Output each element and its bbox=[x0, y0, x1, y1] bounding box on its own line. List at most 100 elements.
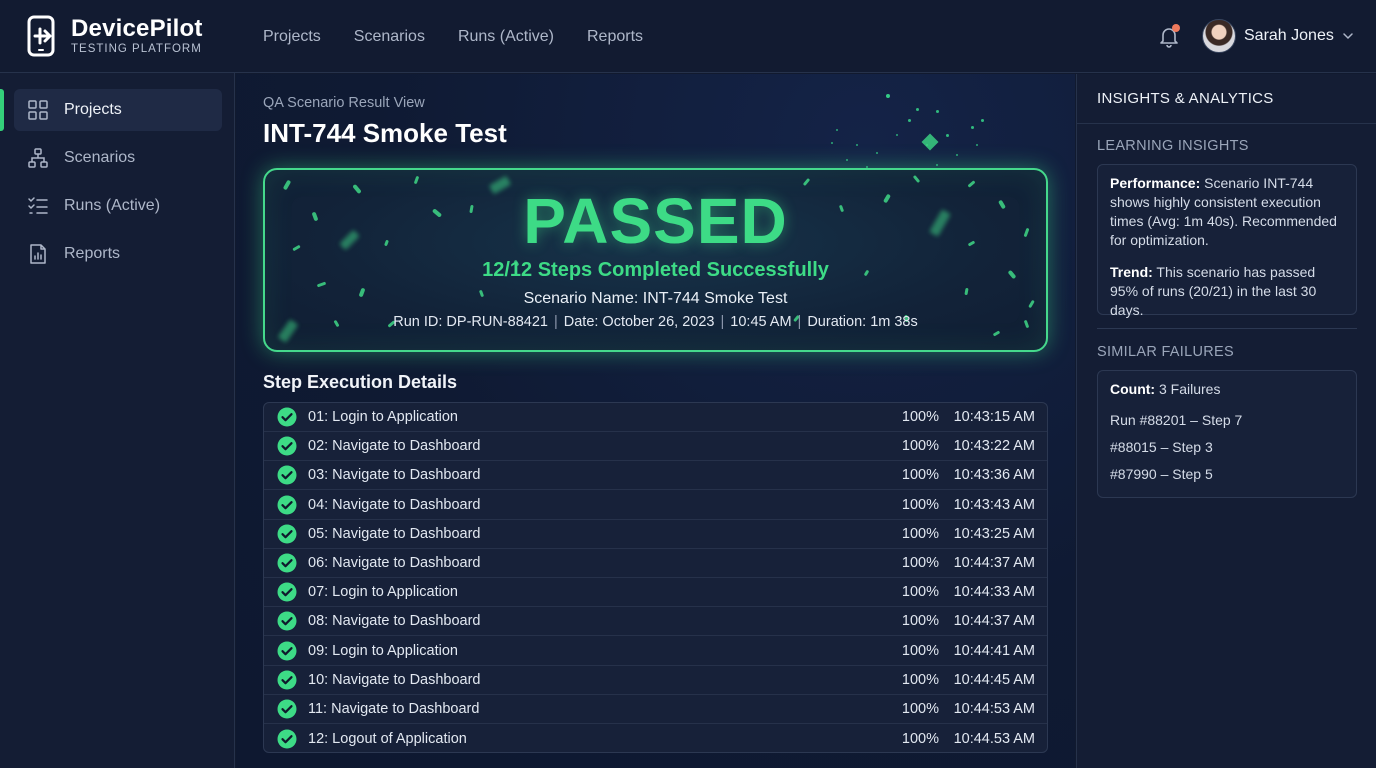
app-logo[interactable]: DevicePilot TESTING PLATFORM bbox=[26, 15, 203, 57]
check-circle-icon bbox=[277, 611, 297, 631]
topnav-projects[interactable]: Projects bbox=[263, 28, 321, 46]
sparkle-dot bbox=[916, 108, 919, 111]
check-circle-icon bbox=[277, 641, 297, 661]
run-time: 10:45 AM bbox=[730, 314, 792, 330]
learning-insights-card: Performance: Scenario INT-744 shows high… bbox=[1097, 164, 1357, 318]
step-name: 12: Logout of Application bbox=[308, 730, 467, 747]
step-time: 10:43:36 AM bbox=[953, 467, 1035, 484]
step-percent: 100% bbox=[901, 584, 939, 601]
table-row[interactable]: 09: Login to Application 100% 10:44:41 AM bbox=[264, 637, 1047, 666]
step-percent: 100% bbox=[901, 438, 939, 455]
step-time: 10:44:33 AM bbox=[953, 584, 1035, 601]
avatar bbox=[1202, 19, 1236, 53]
step-name: 08: Navigate to Dashboard bbox=[308, 613, 481, 630]
confetti-piece bbox=[316, 281, 327, 288]
run-meta: Run ID: DP-RUN-88421 | Date: October 26, 2… bbox=[393, 314, 918, 330]
table-row[interactable]: 04: Navigate to Dashboard 100% 10:43:43 AM bbox=[264, 491, 1047, 520]
topnav-scenarios[interactable]: Scenarios bbox=[354, 28, 425, 46]
top-nav: Projects Scenarios Runs (Active) Reports bbox=[263, 0, 676, 73]
topnav-runs[interactable]: Runs (Active) bbox=[458, 28, 554, 46]
step-name: 09: Login to Application bbox=[308, 642, 458, 659]
breadcrumb: QA Scenario Result View bbox=[263, 95, 425, 111]
check-circle-icon bbox=[277, 553, 297, 573]
step-name: 07: Login to Application bbox=[308, 584, 458, 601]
step-percent: 100% bbox=[901, 730, 939, 747]
table-row[interactable]: 03: Navigate to Dashboard 100% 10:43:36 AM bbox=[264, 461, 1047, 491]
sidebar-item-projects[interactable]: Projects bbox=[14, 89, 222, 131]
step-name: 01: Login to Application bbox=[308, 409, 458, 425]
sparkle-dot bbox=[886, 94, 890, 98]
sidebar-item-scenarios[interactable]: Scenarios bbox=[14, 137, 222, 179]
result-banner: PASSED 12/12 Steps Completed Successfull… bbox=[263, 168, 1048, 352]
check-circle-icon bbox=[277, 729, 297, 749]
status-badge: PASSED bbox=[523, 185, 788, 257]
count-label: Count: bbox=[1110, 381, 1156, 397]
run-id: Run ID: DP-RUN-88421 bbox=[393, 314, 548, 330]
step-time: 10:43:22 AM bbox=[953, 438, 1035, 455]
table-row[interactable]: 02: Navigate to Dashboard 100% 10:43:22 AM bbox=[264, 432, 1047, 462]
sparkle-dot bbox=[936, 110, 939, 113]
sparkle-dot bbox=[981, 119, 984, 122]
failure-link[interactable]: #87990 – Step 5 bbox=[1110, 465, 1346, 484]
sparkle-star bbox=[921, 133, 939, 151]
table-row[interactable]: 08: Navigate to Dashboard 100% 10:44:37 AM bbox=[264, 607, 1047, 637]
sidebar-item-runs[interactable]: Runs (Active) bbox=[14, 185, 222, 227]
confetti-piece bbox=[992, 330, 1001, 337]
sidebar-item-reports[interactable]: Reports bbox=[14, 233, 222, 275]
table-row[interactable]: 06: Navigate to Dashboard 100% 10:44:37 AM bbox=[264, 549, 1047, 578]
user-menu[interactable]: Sarah Jones bbox=[1202, 18, 1354, 54]
step-time: 10:44:37 AM bbox=[953, 613, 1035, 630]
run-duration: Duration: 1m 38s bbox=[807, 314, 918, 330]
sparkle-dot bbox=[856, 144, 858, 146]
step-time: 10:43:25 AM bbox=[953, 525, 1035, 542]
app-name: DevicePilot bbox=[71, 14, 203, 42]
trend-insight: Trend: This scenario has passed 95% of r… bbox=[1110, 263, 1346, 320]
step-percent: 100% bbox=[901, 409, 939, 425]
sparkle-dot bbox=[831, 142, 833, 144]
check-circle-icon bbox=[277, 436, 297, 456]
sparkle-dot bbox=[946, 134, 949, 137]
check-circle-icon bbox=[277, 407, 297, 427]
device-logo-icon bbox=[27, 15, 55, 57]
sparkle-dot bbox=[956, 154, 958, 156]
step-name: 06: Navigate to Dashboard bbox=[308, 555, 481, 571]
checklist-icon bbox=[28, 197, 48, 214]
performance-insight: Performance: Scenario INT-744 shows high… bbox=[1110, 174, 1346, 250]
step-time: 10:44:37 AM bbox=[953, 555, 1035, 571]
page-title: INT-744 Smoke Test bbox=[263, 118, 507, 148]
step-name: 10: Navigate to Dashboard bbox=[308, 671, 481, 688]
sparkle-dot bbox=[896, 134, 898, 136]
chevron-down-icon bbox=[1343, 33, 1353, 40]
table-row[interactable]: 01: Login to Application 100% 10:43:15 AM bbox=[264, 403, 1047, 432]
top-bar: DevicePilot TESTING PLATFORM Projects Sc… bbox=[0, 0, 1376, 73]
step-time: 10:44:53 AM bbox=[953, 701, 1035, 717]
report-icon bbox=[30, 244, 46, 264]
sidebar-item-label: Reports bbox=[64, 245, 121, 262]
learning-insights-title: LEARNING INSIGHTS bbox=[1097, 138, 1249, 154]
count-value: 3 Failures bbox=[1158, 381, 1221, 397]
steps-section-title: Step Execution Details bbox=[263, 372, 458, 392]
check-circle-icon bbox=[277, 465, 297, 485]
notifications-button[interactable] bbox=[1157, 24, 1181, 48]
table-row[interactable]: 10: Navigate to Dashboard 100% 10:44:45 AM bbox=[264, 666, 1047, 695]
steps-table: 01: Login to Application 100% 10:43:15 AM 0… bbox=[263, 402, 1048, 753]
grid-icon bbox=[28, 100, 48, 120]
main-content: QA Scenario Result View INT-744 Smoke Te… bbox=[236, 74, 1075, 768]
table-row[interactable]: 07: Login to Application 100% 10:44:33 AM bbox=[264, 578, 1047, 608]
sparkle-dot bbox=[876, 152, 878, 154]
hierarchy-icon bbox=[28, 148, 48, 168]
table-row[interactable]: 12: Logout of Application 100% 10:44.53 AM bbox=[264, 724, 1047, 752]
failure-link[interactable]: Run #88201 – Step 7 bbox=[1110, 411, 1346, 430]
step-time: 10:43:15 AM bbox=[953, 409, 1035, 425]
app-subtitle: TESTING PLATFORM bbox=[71, 42, 202, 55]
step-percent: 100% bbox=[901, 613, 939, 630]
table-row[interactable]: 11: Navigate to Dashboard 100% 10:44:53 AM bbox=[264, 695, 1047, 724]
table-row[interactable]: 05: Navigate to Dashboard 100% 10:43:25 AM bbox=[264, 520, 1047, 549]
step-percent: 100% bbox=[901, 496, 939, 513]
step-percent: 100% bbox=[901, 467, 939, 484]
failure-link[interactable]: #88015 – Step 3 bbox=[1110, 438, 1346, 457]
sparkle-dot bbox=[976, 144, 978, 146]
topnav-reports[interactable]: Reports bbox=[587, 28, 643, 46]
check-circle-icon bbox=[277, 495, 297, 515]
sidebar-item-label: Runs (Active) bbox=[64, 197, 161, 214]
